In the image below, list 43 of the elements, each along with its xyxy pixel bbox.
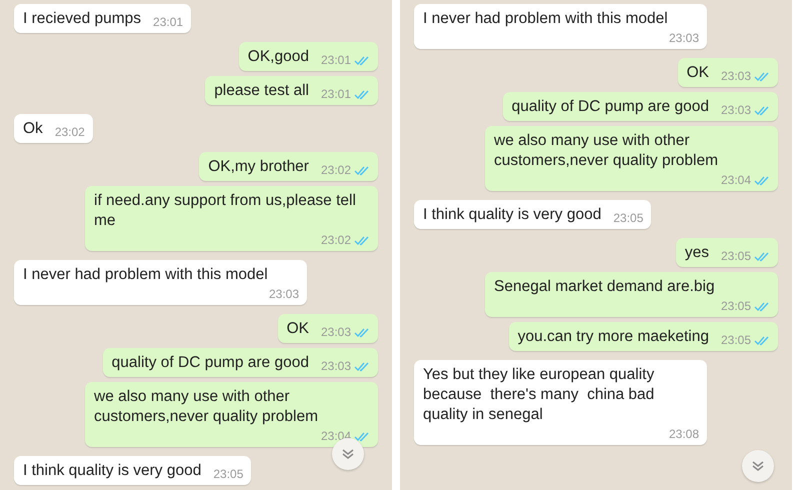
- message-text: I never had problem with this model: [423, 9, 668, 29]
- message-text: I think quality is very good: [423, 205, 602, 225]
- message-time: 23:01: [320, 87, 351, 101]
- message-time: 23:03: [720, 69, 751, 83]
- message-text: please test all: [214, 81, 309, 101]
- message-time: 23:04: [320, 429, 351, 443]
- message-text: Ok: [23, 119, 43, 139]
- message-time: 23:02: [320, 233, 351, 247]
- message-text: we also many use with other customers,never quality problem: [494, 131, 719, 171]
- message-text: we also many use with other customers,never quality problem: [94, 387, 319, 427]
- message-time: 23:03: [320, 359, 351, 373]
- message-time: 23:05: [720, 299, 751, 313]
- message-time: 23:04: [720, 173, 751, 187]
- message-text: OK,good: [248, 47, 309, 67]
- message-time: 23:05: [213, 467, 244, 481]
- message-text: quality of DC pump are good: [112, 353, 309, 373]
- message-text: I recieved pumps: [23, 9, 142, 29]
- message-text: I think quality is very good: [23, 461, 202, 481]
- message-time: 23:03: [268, 287, 299, 301]
- message-time: 23:01: [153, 15, 184, 29]
- message-time: 23:05: [613, 211, 644, 225]
- message-time: 23:05: [720, 249, 751, 263]
- scroll-down-button[interactable]: [742, 450, 774, 482]
- message-time: 23:05: [720, 333, 751, 347]
- message-time: 23:03: [668, 31, 699, 45]
- message-text: OK: [686, 63, 709, 83]
- message-time: 23:08: [668, 427, 699, 441]
- message-text: OK: [286, 319, 309, 339]
- message-text: if need.any support from us,please tell me: [94, 191, 357, 231]
- message-time: 23:02: [54, 125, 85, 139]
- message-time: 23:03: [720, 103, 751, 117]
- message-text: quality of DC pump are good: [512, 97, 709, 117]
- message-time: 23:03: [320, 325, 351, 339]
- message-text: Yes but they like european quality because there's many china bad quality in senegal: [423, 365, 656, 425]
- message-time: 23:02: [320, 163, 351, 177]
- message-text: I never had problem with this model: [23, 265, 268, 285]
- message-text: yes: [684, 243, 709, 263]
- message-text: OK,my brother: [208, 157, 309, 177]
- message-text: you.can try more maeketing: [518, 327, 709, 347]
- chevron-down-icon: [341, 448, 355, 460]
- chevron-down-icon: [751, 460, 765, 472]
- message-text: Senegal market demand are.big: [494, 277, 715, 297]
- message-time: 23:01: [320, 53, 351, 67]
